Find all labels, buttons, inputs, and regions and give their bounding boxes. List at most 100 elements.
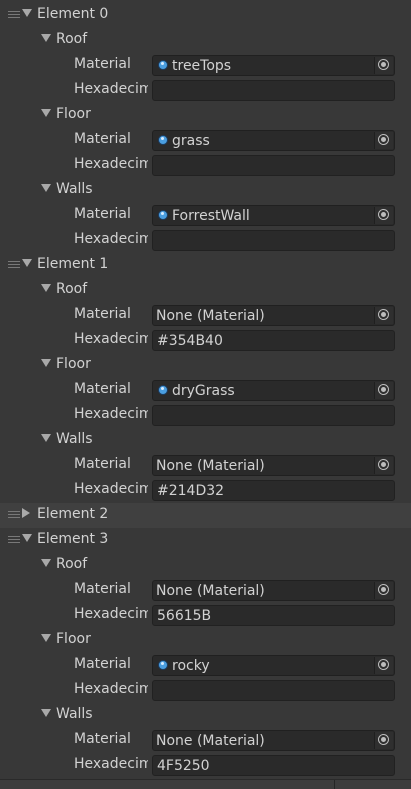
foldout-expanded-icon[interactable] — [41, 709, 51, 717]
foldout-expanded-icon[interactable] — [41, 634, 51, 642]
material-row: Material None (Material) — [0, 728, 411, 753]
material-object-field[interactable]: rocky — [152, 655, 395, 676]
object-picker-icon — [378, 59, 389, 70]
material-object-field[interactable]: None (Material) — [152, 455, 395, 476]
element-header[interactable]: Element 1 — [0, 253, 411, 278]
element-header[interactable]: Element 3 — [0, 528, 411, 553]
object-picker-button[interactable] — [374, 57, 393, 74]
element-label: Element 0 — [37, 6, 109, 22]
object-picker-button[interactable] — [374, 732, 393, 749]
drag-handle-icon[interactable] — [8, 511, 20, 518]
material-object-field[interactable]: grass — [152, 130, 395, 151]
section-label: Walls — [56, 706, 93, 722]
object-picker-button[interactable] — [374, 132, 393, 149]
material-row: Material ForrestWall — [0, 203, 411, 228]
material-label: Material — [74, 306, 131, 322]
section-label: Walls — [56, 181, 93, 197]
hexadecimal-value: #354B40 — [157, 333, 223, 349]
material-object-field[interactable]: ForrestWall — [152, 205, 395, 226]
hexadecimal-input[interactable] — [152, 680, 395, 701]
material-object-field[interactable]: dryGrass — [152, 380, 395, 401]
element-header[interactable]: Element 2 — [0, 503, 411, 528]
hexadecimal-value: 56615B — [157, 608, 212, 624]
section-header[interactable]: Roof — [0, 278, 411, 303]
hexadecimal-input[interactable]: 56615B — [152, 605, 395, 626]
material-object-field[interactable]: None (Material) — [152, 580, 395, 601]
hexadecimal-row: Hexadecimal #214D32 — [0, 478, 411, 503]
hexadecimal-label: Hexadecimal — [74, 231, 148, 247]
foldout-expanded-icon[interactable] — [41, 184, 51, 192]
section-header[interactable]: Floor — [0, 628, 411, 653]
object-picker-icon — [378, 584, 389, 595]
object-picker-button[interactable] — [374, 382, 393, 399]
section-label: Roof — [56, 556, 88, 572]
foldout-expanded-icon[interactable] — [22, 259, 32, 267]
material-row: Material dryGrass — [0, 378, 411, 403]
drag-handle-icon[interactable] — [8, 11, 20, 18]
foldout-expanded-icon[interactable] — [41, 34, 51, 42]
hexadecimal-value: #214D32 — [157, 483, 225, 499]
material-value: grass — [172, 133, 210, 149]
element-header[interactable]: Element 0 — [0, 3, 411, 28]
object-picker-button[interactable] — [374, 207, 393, 224]
object-picker-button[interactable] — [374, 307, 393, 324]
hexadecimal-input[interactable]: #214D32 — [152, 480, 395, 501]
material-icon — [158, 135, 168, 145]
foldout-expanded-icon[interactable] — [22, 9, 32, 17]
foldout-expanded-icon[interactable] — [41, 559, 51, 567]
material-object-field[interactable]: treeTops — [152, 55, 395, 76]
element-list: Element 0 Roof Material treeTops Hexadecimal… — [0, 3, 411, 778]
material-icon — [158, 385, 168, 395]
foldout-expanded-icon[interactable] — [41, 434, 51, 442]
hexadecimal-input[interactable] — [152, 230, 395, 251]
material-value: None (Material) — [156, 308, 265, 324]
section-header[interactable]: Walls — [0, 703, 411, 728]
material-value: dryGrass — [172, 383, 235, 399]
material-icon — [158, 660, 168, 670]
foldout-collapsed-icon[interactable] — [22, 508, 30, 518]
hexadecimal-input[interactable]: 4F5250 — [152, 755, 395, 776]
section-header[interactable]: Roof — [0, 28, 411, 53]
hexadecimal-input[interactable] — [152, 405, 395, 426]
drag-handle-icon[interactable] — [8, 536, 20, 543]
foldout-expanded-icon[interactable] — [22, 534, 32, 542]
element-label: Element 3 — [37, 531, 109, 547]
object-picker-icon — [378, 384, 389, 395]
hexadecimal-label: Hexadecimal — [74, 481, 148, 497]
material-object-field[interactable]: None (Material) — [152, 305, 395, 326]
foldout-expanded-icon[interactable] — [41, 109, 51, 117]
section-header[interactable]: Walls — [0, 428, 411, 453]
drag-handle-icon[interactable] — [8, 261, 20, 268]
object-picker-icon — [378, 134, 389, 145]
material-row: Material treeTops — [0, 53, 411, 78]
material-label: Material — [74, 381, 131, 397]
section-header[interactable]: Floor — [0, 353, 411, 378]
hexadecimal-label: Hexadecimal — [74, 606, 148, 622]
foldout-expanded-icon[interactable] — [41, 284, 51, 292]
section-label: Roof — [56, 281, 88, 297]
object-picker-button[interactable] — [374, 582, 393, 599]
material-label: Material — [74, 656, 131, 672]
object-picker-button[interactable] — [374, 457, 393, 474]
hexadecimal-row: Hexadecimal — [0, 228, 411, 253]
section-header[interactable]: Walls — [0, 178, 411, 203]
hexadecimal-row: Hexadecimal — [0, 678, 411, 703]
section-label: Floor — [56, 356, 91, 372]
hexadecimal-row: Hexadecimal 4F5250 — [0, 753, 411, 778]
foldout-expanded-icon[interactable] — [41, 359, 51, 367]
section-header[interactable]: Floor — [0, 103, 411, 128]
material-label: Material — [74, 56, 131, 72]
section-header[interactable]: Roof — [0, 553, 411, 578]
hexadecimal-label: Hexadecimal — [74, 406, 148, 422]
hexadecimal-input[interactable] — [152, 80, 395, 101]
material-object-field[interactable]: None (Material) — [152, 730, 395, 751]
object-picker-button[interactable] — [374, 657, 393, 674]
material-value: ForrestWall — [172, 208, 250, 224]
hexadecimal-input[interactable]: #354B40 — [152, 330, 395, 351]
material-value: None (Material) — [156, 733, 265, 749]
material-row: Material grass — [0, 128, 411, 153]
hexadecimal-input[interactable] — [152, 155, 395, 176]
hexadecimal-row: Hexadecimal #354B40 — [0, 328, 411, 353]
material-icon — [158, 60, 168, 70]
material-label: Material — [74, 731, 131, 747]
